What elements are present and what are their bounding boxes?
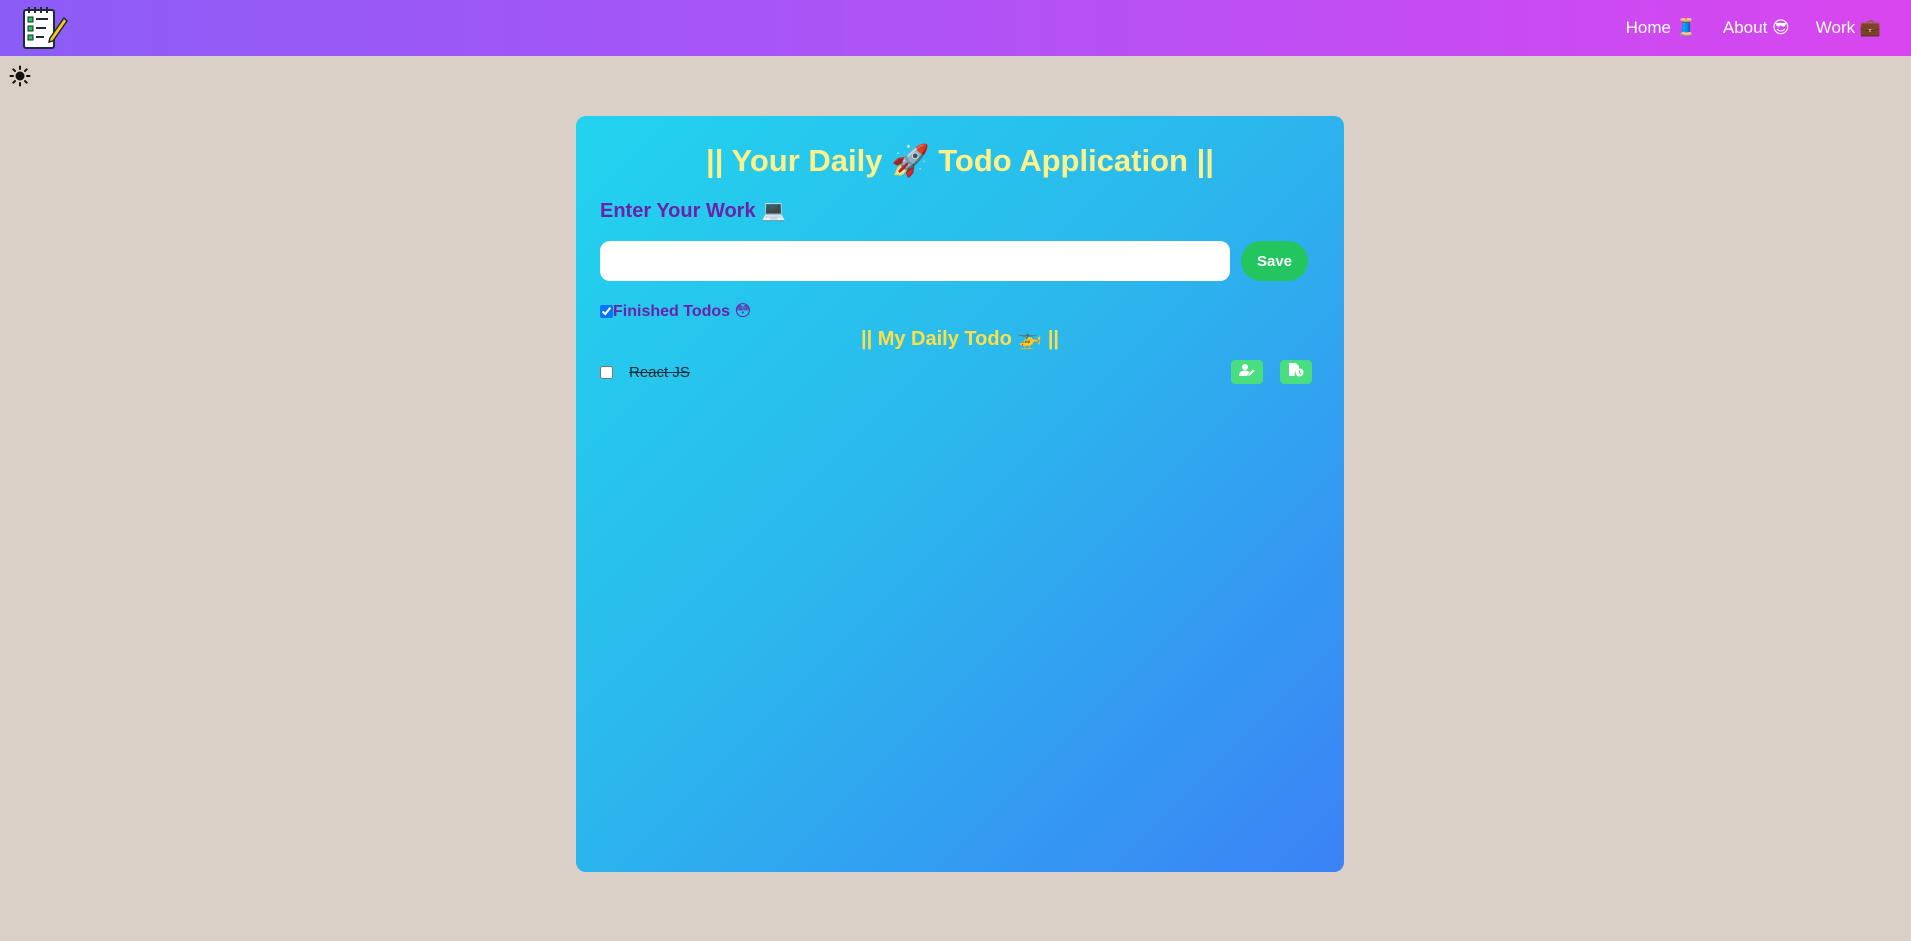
notepad-checklist-icon[interactable]	[20, 4, 68, 52]
work-input[interactable]	[600, 241, 1230, 281]
sun-icon[interactable]	[8, 64, 32, 88]
navbar: Home 🧵 About 😎 Work 💼	[0, 0, 1911, 56]
save-button[interactable]: Save	[1241, 241, 1308, 281]
todo-checkbox[interactable]	[600, 366, 613, 379]
delete-button[interactable]	[1280, 360, 1312, 384]
todo-item: React JS	[600, 360, 1312, 386]
todo-list-title: || My Daily Todo 🚁 ||	[860, 328, 1060, 350]
app-title: || Your Daily 🚀 Todo Application ||	[706, 143, 1214, 178]
finished-todos-toggle: Finished Todos 😳	[600, 301, 751, 321]
user-edit-icon	[1239, 363, 1255, 382]
nav-link-work[interactable]: Work 💼	[1816, 18, 1881, 38]
nav-link-home[interactable]: Home 🧵	[1626, 18, 1697, 38]
nav-link-about[interactable]: About 😎	[1723, 18, 1790, 38]
todo-text: React JS	[629, 364, 690, 381]
file-clock-icon	[1288, 362, 1304, 382]
finished-todos-checkbox[interactable]	[600, 304, 613, 318]
work-label: Enter Your Work 💻	[600, 200, 787, 222]
todo-card: || Your Daily 🚀 Todo Application || Ente…	[576, 116, 1344, 872]
edit-button[interactable]	[1231, 360, 1263, 384]
nav-links: Home 🧵 About 😎 Work 💼	[1626, 18, 1891, 38]
finished-todos-label: Finished Todos 😳	[613, 303, 752, 320]
